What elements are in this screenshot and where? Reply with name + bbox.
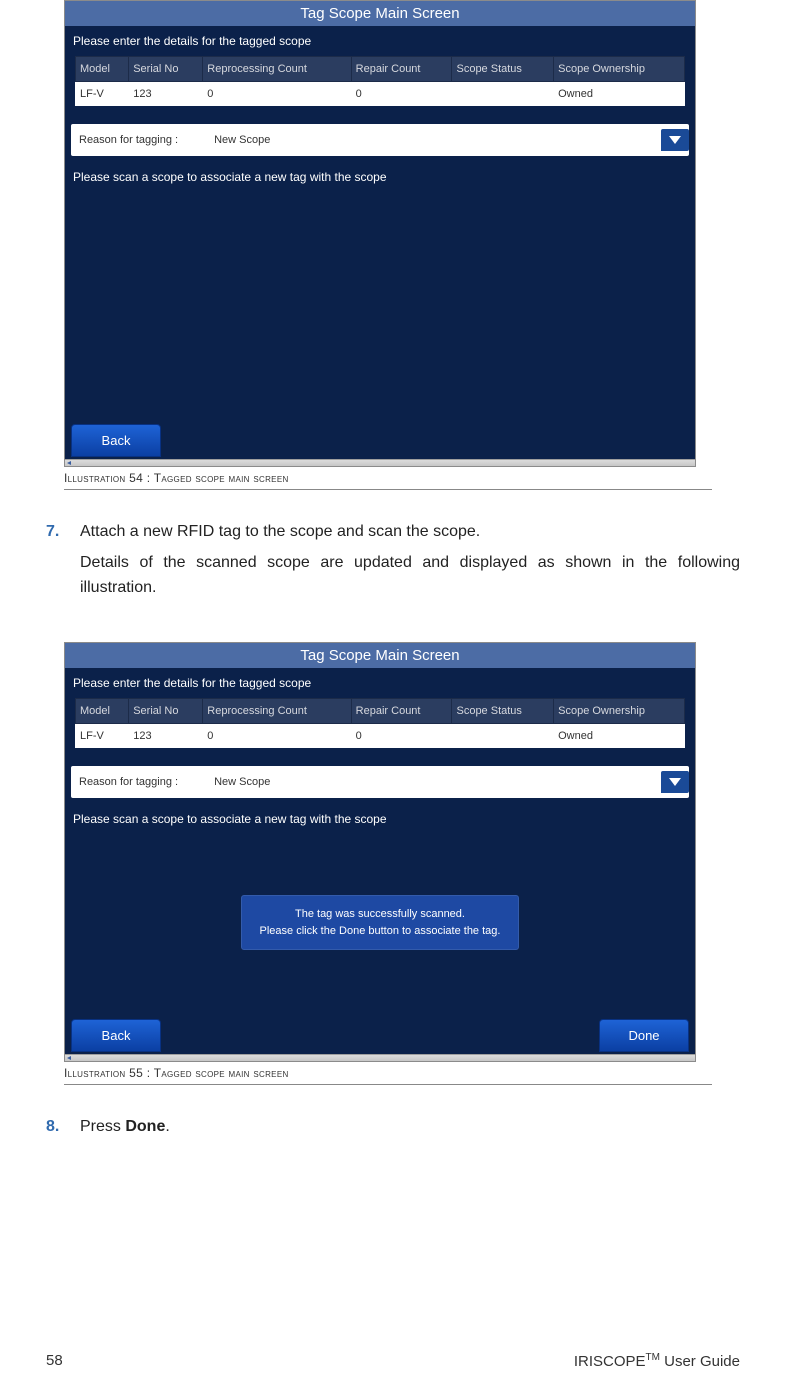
cell-serial: 123 — [129, 724, 203, 749]
done-button[interactable]: Done — [599, 1019, 689, 1052]
tag-scope-panel-55: Tag Scope Main Screen Please enter the d… — [64, 642, 696, 1062]
scan-instruction: Please scan a scope to associate a new t… — [65, 156, 695, 188]
reason-select[interactable]: Reason for tagging : New Scope — [71, 766, 689, 798]
table-row: LF-V 123 0 0 Owned — [76, 724, 685, 749]
panel-body: The tag was successfully scanned. Please… — [65, 830, 695, 1015]
scan-instruction: Please scan a scope to associate a new t… — [65, 798, 695, 830]
panel-title: Tag Scope Main Screen — [65, 1, 695, 26]
success-toast: The tag was successfully scanned. Please… — [241, 895, 520, 950]
product-pre: IRISCOPE — [574, 1353, 646, 1370]
product-post: User Guide — [660, 1353, 740, 1370]
cell-status — [452, 724, 554, 749]
col-model: Model — [76, 699, 129, 724]
toast-line1: The tag was successfully scanned. — [260, 906, 501, 923]
chevron-down-icon[interactable] — [661, 771, 689, 793]
cell-model: LF-V — [76, 82, 129, 107]
illustration-caption-54: Illustration 54 : Tagged scope main scre… — [64, 471, 712, 490]
product-name: IRISCOPETM User Guide — [574, 1352, 740, 1370]
page-footer: 58 IRISCOPETM User Guide — [46, 1352, 740, 1370]
reason-value: New Scope — [214, 776, 270, 788]
step-8-bold: Done — [125, 1118, 165, 1135]
col-model: Model — [76, 57, 129, 82]
caption-text: : Tagged scope main screen — [147, 1066, 289, 1080]
caption-number: 54 — [129, 471, 143, 485]
scrollbar[interactable] — [65, 459, 695, 466]
caption-word: Illustration — [64, 471, 125, 485]
back-button[interactable]: Back — [71, 424, 161, 457]
page-number: 58 — [46, 1352, 63, 1370]
col-ownership: Scope Ownership — [554, 57, 685, 82]
illustration-caption-55: Illustration 55 : Tagged scope main scre… — [64, 1066, 712, 1085]
trademark-icon: TM — [646, 1352, 660, 1363]
step-8: 8. Press Done. — [46, 1115, 740, 1146]
col-serial: Serial No — [129, 57, 203, 82]
col-repair: Repair Count — [351, 57, 452, 82]
step-7-line2: Details of the scanned scope are updated… — [80, 551, 740, 601]
cell-repair: 0 — [351, 82, 452, 107]
table-row: LF-V 123 0 0 Owned — [76, 82, 685, 107]
col-status: Scope Status — [452, 699, 554, 724]
cell-ownership: Owned — [554, 724, 685, 749]
caption-number: 55 — [129, 1066, 143, 1080]
cell-repair: 0 — [351, 724, 452, 749]
cell-ownership: Owned — [554, 82, 685, 107]
reason-select[interactable]: Reason for tagging : New Scope — [71, 124, 689, 156]
step-number: 7. — [46, 520, 80, 606]
cell-model: LF-V — [76, 724, 129, 749]
reason-label: Reason for tagging : — [79, 776, 178, 788]
scope-table: Model Serial No Reprocessing Count Repai… — [75, 56, 685, 106]
step-7-line1: Attach a new RFID tag to the scope and s… — [80, 520, 740, 545]
step-8-post: . — [165, 1118, 169, 1135]
col-reproc: Reprocessing Count — [203, 699, 351, 724]
col-repair: Repair Count — [351, 699, 452, 724]
panel-subtitle: Please enter the details for the tagged … — [65, 26, 695, 54]
chevron-down-icon[interactable] — [661, 129, 689, 151]
col-ownership: Scope Ownership — [554, 699, 685, 724]
col-serial: Serial No — [129, 699, 203, 724]
step-8-pre: Press — [80, 1118, 125, 1135]
cell-status — [452, 82, 554, 107]
panel-body — [65, 188, 695, 420]
scrollbar[interactable] — [65, 1054, 695, 1061]
cell-reproc: 0 — [203, 724, 351, 749]
reason-value: New Scope — [214, 134, 270, 146]
panel-title: Tag Scope Main Screen — [65, 643, 695, 668]
cell-serial: 123 — [129, 82, 203, 107]
step-number: 8. — [46, 1115, 80, 1146]
col-status: Scope Status — [452, 57, 554, 82]
col-reproc: Reprocessing Count — [203, 57, 351, 82]
scope-table: Model Serial No Reprocessing Count Repai… — [75, 698, 685, 748]
reason-label: Reason for tagging : — [79, 134, 178, 146]
step-7: 7. Attach a new RFID tag to the scope an… — [46, 520, 740, 606]
caption-text: : Tagged scope main screen — [147, 471, 289, 485]
step-8-text: Press Done. — [80, 1115, 740, 1140]
caption-word: Illustration — [64, 1066, 125, 1080]
back-button[interactable]: Back — [71, 1019, 161, 1052]
tag-scope-panel-54: Tag Scope Main Screen Please enter the d… — [64, 0, 696, 467]
toast-line2: Please click the Done button to associat… — [260, 923, 501, 940]
panel-subtitle: Please enter the details for the tagged … — [65, 668, 695, 696]
cell-reproc: 0 — [203, 82, 351, 107]
